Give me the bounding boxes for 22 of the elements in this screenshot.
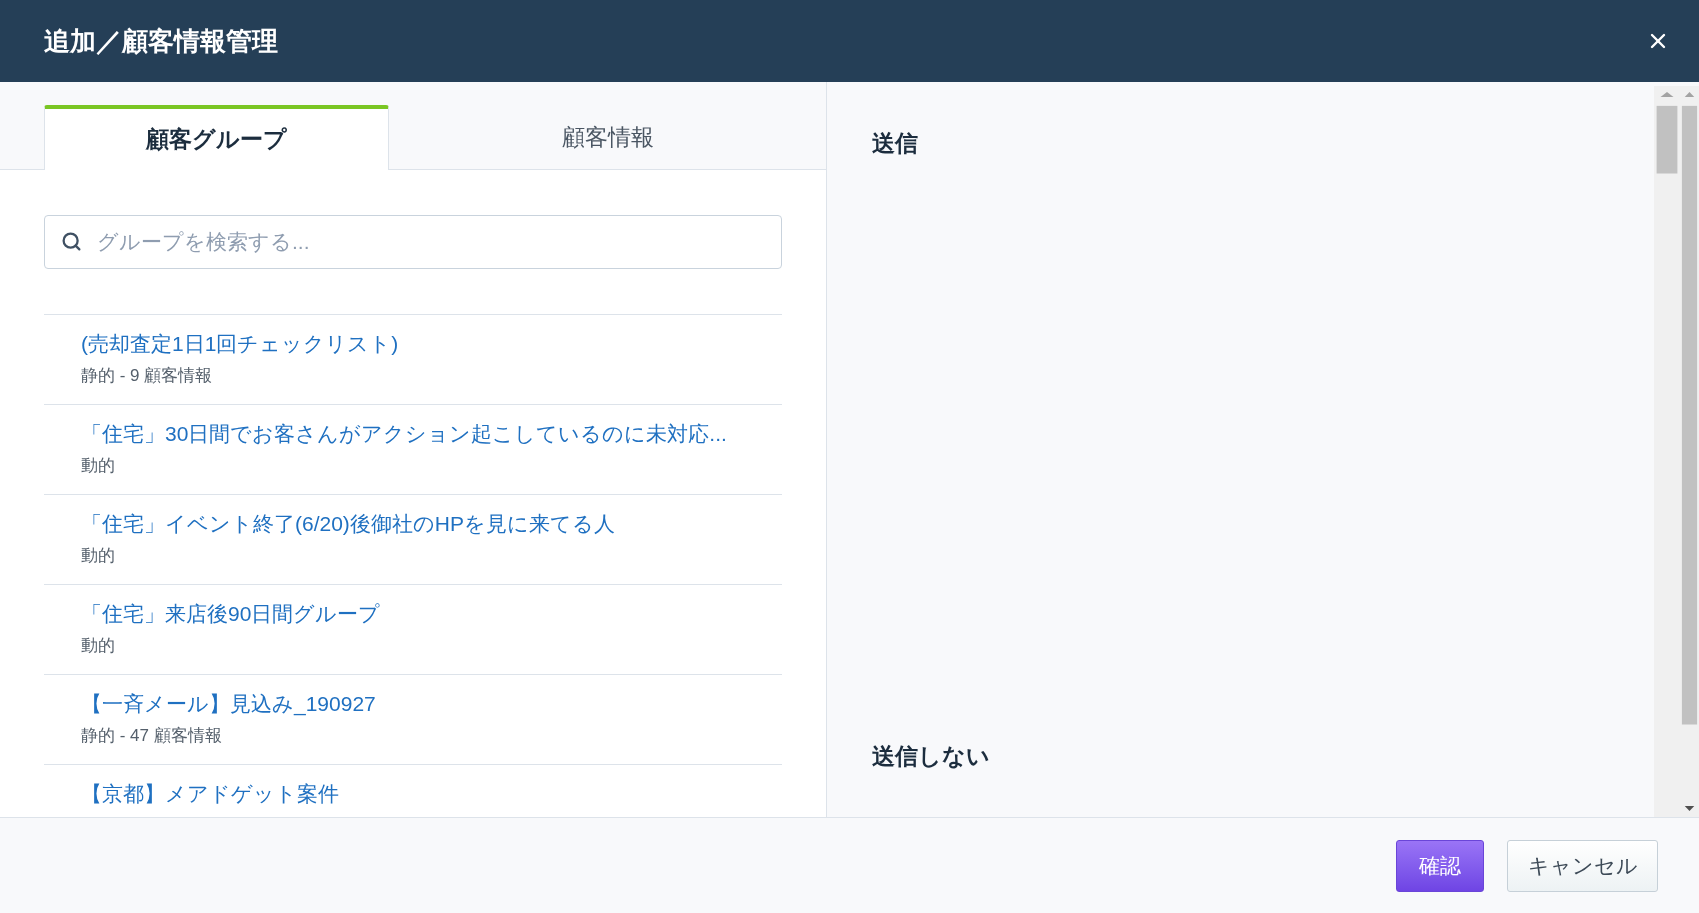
group-link[interactable]: 「住宅」30日間でお客さんがアクション起こしているのに未対応... bbox=[81, 421, 727, 446]
group-detail: 動的 bbox=[81, 545, 115, 566]
group-link[interactable]: 【一斉メール】見込み_190927 bbox=[81, 691, 376, 716]
tab[interactable]: 顧客情報 bbox=[389, 105, 826, 169]
scrollbar[interactable] bbox=[1654, 86, 1680, 817]
group-detail: 動的 bbox=[81, 455, 115, 476]
search-icon bbox=[61, 231, 82, 252]
cancel-button[interactable]: キャンセル bbox=[1507, 839, 1658, 892]
search-field[interactable]: グループを検索する... bbox=[44, 215, 782, 269]
group-link[interactable]: 【京都】メアドゲット案件 bbox=[81, 781, 339, 806]
group-detail: 静的 - 9 顧客情報 bbox=[81, 365, 213, 386]
group-link[interactable]: 「住宅」来店後90日間グループ bbox=[81, 601, 381, 626]
tab[interactable]: 顧客グループ bbox=[44, 105, 389, 170]
dialog-title: 追加／顧客情報管理 bbox=[44, 24, 278, 58]
scrollbar[interactable] bbox=[1680, 86, 1699, 817]
group-detail: 動的 bbox=[81, 635, 115, 656]
group-link[interactable]: 「住宅」イベント終了(6/20)後御社のHPを見に来てる人 bbox=[81, 511, 616, 536]
section-heading: 送信 bbox=[872, 129, 918, 157]
section-heading: 送信しない bbox=[872, 742, 990, 770]
group-link[interactable]: (売却査定1日1回チェックリスト) bbox=[81, 331, 399, 356]
confirm-button[interactable]: 確認 bbox=[1396, 839, 1484, 892]
group-detail: 静的 - 47 顧客情報 bbox=[81, 725, 222, 746]
